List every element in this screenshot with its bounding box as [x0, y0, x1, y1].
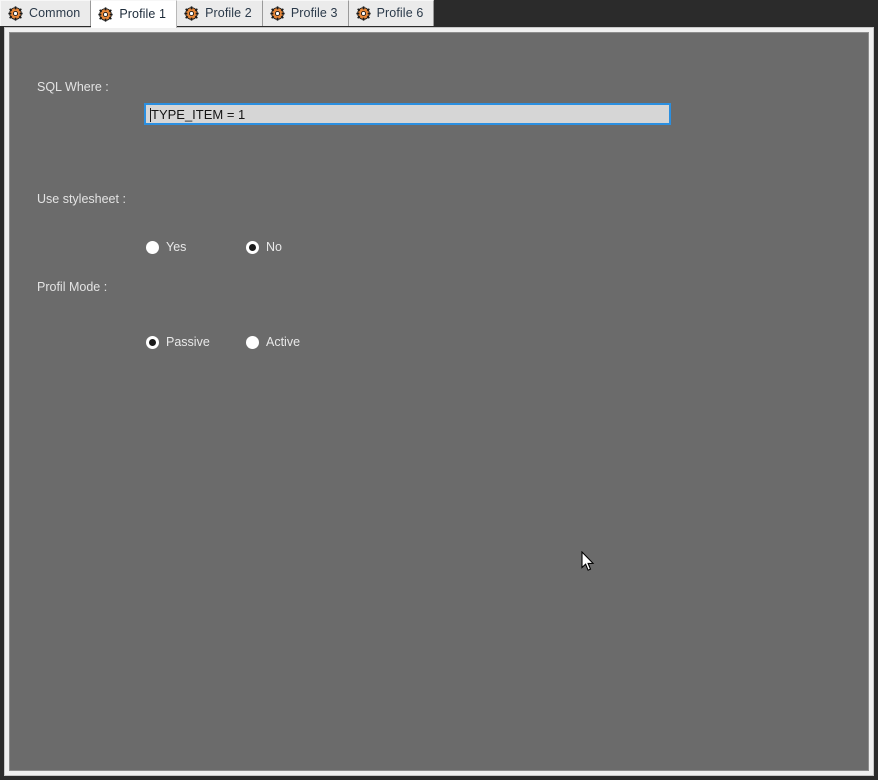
use-stylesheet-radio-group: Yes No: [146, 241, 282, 254]
use-stylesheet-label: Use stylesheet :: [37, 192, 126, 206]
tab-label: Profile 1: [119, 7, 167, 22]
tab-profile-2[interactable]: Profile 2: [177, 0, 263, 26]
radio-use-stylesheet-no[interactable]: No: [246, 241, 282, 254]
radio-label: Yes: [166, 240, 187, 255]
tab-common[interactable]: Common: [0, 0, 92, 26]
radio-label: Active: [266, 335, 301, 350]
sql-where-field-wrapper[interactable]: [144, 103, 671, 125]
sql-where-label: SQL Where :: [37, 80, 109, 94]
gear-icon: [355, 6, 371, 21]
radio-profil-mode-active[interactable]: Active: [246, 336, 300, 349]
gear-icon: [184, 6, 199, 21]
panel-frame: SQL Where : Use stylesheet : Yes No Prof…: [4, 27, 874, 776]
text-caret: [150, 108, 151, 122]
tab-profile-6[interactable]: Profile 6: [348, 0, 435, 26]
radio-use-stylesheet-yes[interactable]: Yes: [146, 241, 246, 254]
radio-profil-mode-passive[interactable]: Passive: [146, 336, 246, 349]
tab-label: Profile 3: [290, 6, 338, 21]
radio-label: No: [266, 240, 282, 255]
radio-dot-checked-icon: [246, 241, 259, 254]
tab-label: Profile 6: [376, 6, 424, 21]
profil-mode-radio-group: Passive Active: [146, 336, 300, 349]
gear-icon: [270, 6, 285, 21]
tab-label: Profile 2: [205, 6, 252, 21]
tab-label: Common: [29, 6, 81, 21]
radio-label: Passive: [166, 335, 210, 350]
application-window: Common Profile 1 Profile 2 Profile 3 Pro…: [0, 0, 878, 780]
tab-strip: Common Profile 1 Profile 2 Profile 3 Pro…: [0, 0, 878, 28]
profil-mode-label: Profil Mode :: [37, 280, 108, 294]
profile-settings-panel: SQL Where : Use stylesheet : Yes No Prof…: [9, 32, 869, 771]
radio-dot-unchecked-icon: [146, 241, 159, 254]
radio-dot-checked-icon: [146, 336, 159, 349]
gear-icon: [8, 6, 23, 21]
radio-dot-unchecked-icon: [246, 336, 259, 349]
gear-icon: [98, 7, 113, 22]
sql-where-input[interactable]: [146, 105, 669, 123]
tab-profile-1[interactable]: Profile 1: [91, 0, 178, 28]
tab-profile-3[interactable]: Profile 3: [262, 0, 349, 26]
